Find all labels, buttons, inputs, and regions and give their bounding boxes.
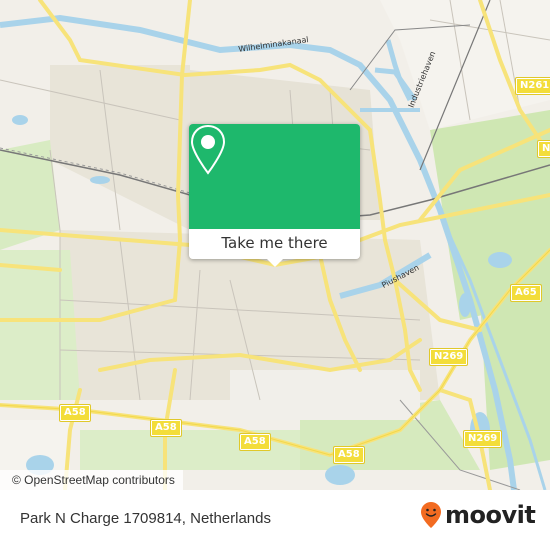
moovit-logo[interactable]: moovit bbox=[420, 501, 536, 529]
take-me-there-button[interactable]: Take me there bbox=[189, 229, 360, 259]
road-label-n: N bbox=[536, 140, 550, 158]
moovit-pin-icon bbox=[421, 502, 441, 528]
road-label-n261: N261 bbox=[514, 77, 550, 95]
map-pin-icon bbox=[190, 124, 226, 175]
road-label-a58: A58 bbox=[150, 419, 182, 437]
footer: Park N Charge 1709814, Netherlands moovi… bbox=[0, 490, 550, 550]
road-label-a65: A65 bbox=[510, 284, 542, 302]
moovit-wordmark: moovit bbox=[445, 501, 536, 529]
road-label-a58: A58 bbox=[333, 446, 365, 464]
place-title: Park N Charge 1709814, Netherlands bbox=[20, 510, 271, 527]
road-label-a58: A58 bbox=[59, 404, 91, 422]
popup-pointer bbox=[267, 259, 283, 267]
road-label-n269: N269 bbox=[462, 430, 503, 448]
map[interactable]: Wilhelminakanaal Industriehaven Piushave… bbox=[0, 0, 550, 490]
road-label-a58: A58 bbox=[239, 433, 271, 451]
popup-header[interactable] bbox=[189, 124, 360, 229]
location-popup[interactable]: Take me there bbox=[189, 124, 360, 267]
road-label-n269: N269 bbox=[428, 348, 469, 366]
map-attribution[interactable]: © OpenStreetMap contributors bbox=[0, 470, 183, 490]
